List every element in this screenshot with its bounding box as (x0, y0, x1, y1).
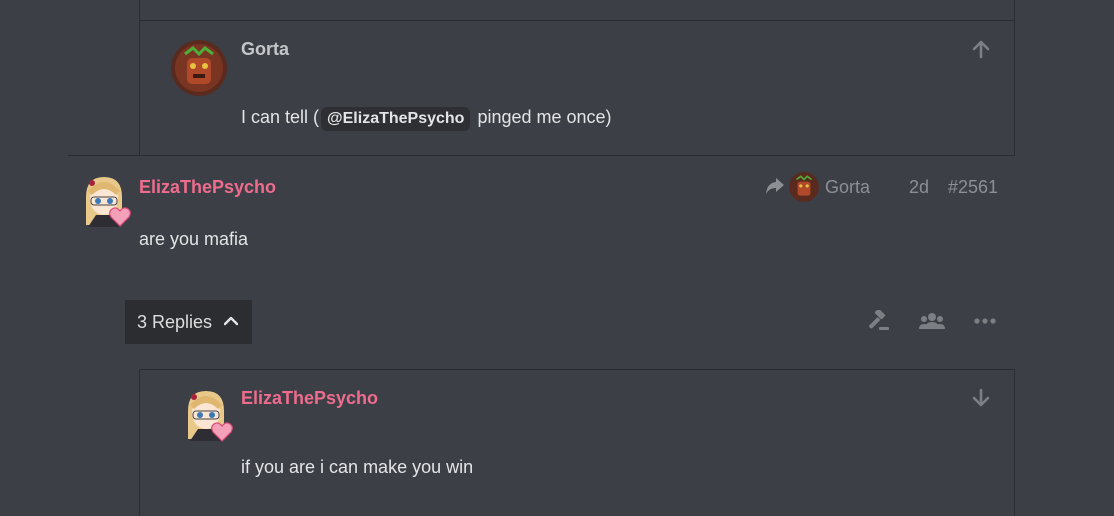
parent-post-author[interactable]: Gorta (241, 38, 289, 60)
heart-badge-icon (211, 422, 233, 447)
parent-post-box (139, 0, 1015, 156)
parent-post-text-start: I can tell ( (241, 107, 320, 127)
post-number[interactable]: #2561 (948, 175, 998, 199)
post-author[interactable]: ElizaThePsycho (139, 176, 276, 198)
user-mention[interactable]: @ElizaThePsycho (321, 107, 471, 131)
reply-content: if you are i can make you win (241, 457, 474, 477)
post-content: are you mafia (139, 229, 249, 249)
reply-to-avatar[interactable] (789, 172, 819, 202)
heart-badge-icon (109, 207, 131, 232)
arrow-down-icon[interactable] (971, 388, 991, 408)
arrow-up-icon[interactable] (971, 39, 991, 59)
more-icon[interactable] (974, 318, 996, 324)
parent-post-content: I can tell (@ElizaThePsycho pinged me on… (241, 106, 612, 131)
gavel-icon[interactable] (866, 310, 890, 332)
chevron-up-icon (224, 316, 238, 326)
users-icon[interactable] (919, 312, 945, 330)
gorta-avatar[interactable] (171, 40, 227, 96)
reply-author[interactable]: ElizaThePsycho (241, 387, 378, 409)
divider (140, 20, 1014, 21)
reply-arrow-icon (765, 177, 785, 195)
post-divider (68, 155, 1015, 156)
toggle-replies-button[interactable]: 3 Replies (125, 300, 252, 344)
replies-count-label: 3 Replies (137, 312, 213, 332)
reply-to-username[interactable]: Gorta (825, 175, 870, 199)
parent-post-text-end: pinged me once) (472, 107, 612, 127)
forum-thread: Gorta I can tell (@ElizaThePsycho pinged… (0, 0, 1114, 516)
post-age[interactable]: 2d (909, 175, 929, 199)
